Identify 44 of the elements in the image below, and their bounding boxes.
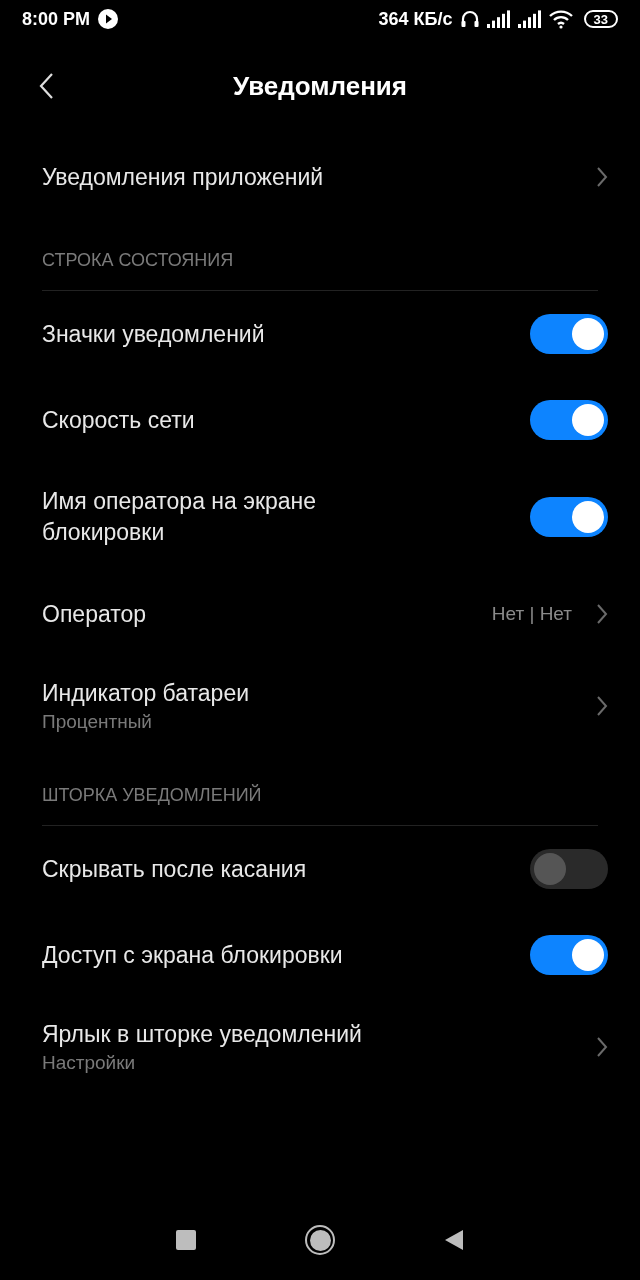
status-time: 8:00 PM [22, 7, 91, 31]
chevron-right-icon [596, 1036, 608, 1058]
headphones-icon [459, 9, 480, 29]
battery-level: 33 [593, 12, 608, 26]
page-title: Уведомления [231, 69, 409, 103]
settings-row[interactable]: Значки уведомлений [0, 291, 640, 377]
row-subtitle: Настройки [42, 1050, 137, 1075]
row-label: Уведомления приложений [42, 162, 324, 192]
settings-row[interactable]: Имя оператора на экране блокировки [0, 463, 640, 571]
home-button[interactable] [305, 1225, 335, 1255]
chevron-right-icon [596, 166, 608, 188]
settings-row[interactable]: Уведомления приложений [0, 134, 640, 220]
toggle-switch[interactable] [530, 935, 608, 975]
section-header: СТРОКА СОСТОЯНИЯ [42, 249, 234, 272]
play-icon [98, 9, 119, 29]
row-label: Ярлык в шторке уведомлений [42, 1019, 362, 1049]
row-label: Доступ с экрана блокировки [42, 940, 343, 970]
signal-icon [486, 10, 511, 28]
wifi-icon [548, 9, 573, 29]
toggle-switch[interactable] [530, 314, 608, 354]
settings-row[interactable]: Индикатор батареи Процентный [0, 657, 640, 755]
settings-row[interactable]: Оператор Нет | Нет [0, 571, 640, 657]
back-nav-button[interactable] [444, 1229, 464, 1251]
row-label: Оператор [42, 599, 147, 629]
network-speed: 364 КБ/с [378, 7, 453, 31]
row-label: Индикатор батареи [42, 678, 250, 708]
toggle-switch[interactable] [530, 849, 608, 889]
settings-row[interactable]: Скрывать после касания [0, 826, 640, 912]
chevron-right-icon [596, 603, 608, 625]
toggle-switch[interactable] [530, 497, 608, 537]
toggle-switch[interactable] [530, 400, 608, 440]
chevron-right-icon [596, 695, 608, 717]
signal-icon [517, 10, 542, 28]
back-triangle-icon [444, 1229, 464, 1251]
settings-row[interactable]: Ярлык в шторке уведомлений Настройки [0, 998, 640, 1096]
settings-row[interactable]: Доступ с экрана блокировки [0, 912, 640, 998]
settings-row[interactable]: Скорость сети [0, 377, 640, 463]
row-label: Имя оператора на экране блокировки [42, 487, 318, 547]
row-label: Скорость сети [42, 405, 195, 435]
row-value: Нет | Нет [491, 601, 572, 626]
row-subtitle: Процентный [42, 709, 153, 734]
row-label: Значки уведомлений [42, 319, 265, 349]
row-label: Скрывать после касания [42, 854, 307, 884]
section-header: ШТОРКА УВЕДОМЛЕНИЙ [42, 783, 262, 807]
